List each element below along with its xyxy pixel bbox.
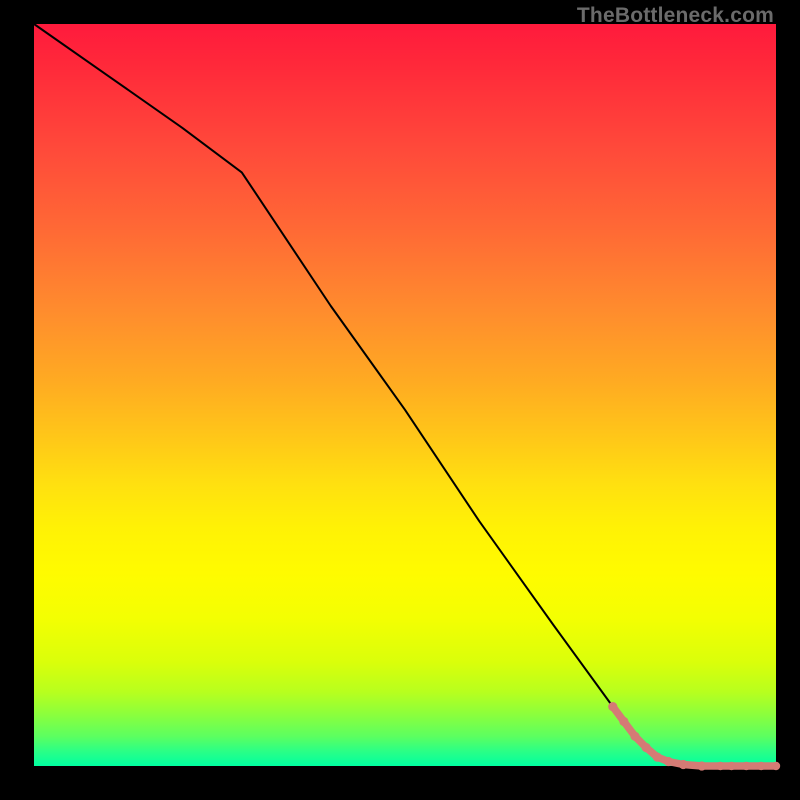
plot-area xyxy=(34,24,776,766)
marker-dot xyxy=(757,762,765,770)
marker-dot xyxy=(742,762,750,770)
marker-dot xyxy=(619,717,628,726)
marker-dot xyxy=(716,762,724,770)
marker-dot xyxy=(727,762,735,770)
chart-frame: TheBottleneck.com xyxy=(0,0,800,800)
marker-group xyxy=(608,702,780,771)
marker-dot xyxy=(679,760,688,769)
marker-dot xyxy=(697,761,706,770)
chart-svg xyxy=(34,24,776,766)
marker-dot xyxy=(653,753,662,762)
marker-dot xyxy=(642,743,651,752)
marker-dot xyxy=(772,762,780,770)
marker-dot xyxy=(630,732,639,741)
curve-line-group xyxy=(34,24,776,766)
main-curve xyxy=(34,24,776,766)
marker-dot xyxy=(608,702,617,711)
marker-dot xyxy=(664,757,673,766)
